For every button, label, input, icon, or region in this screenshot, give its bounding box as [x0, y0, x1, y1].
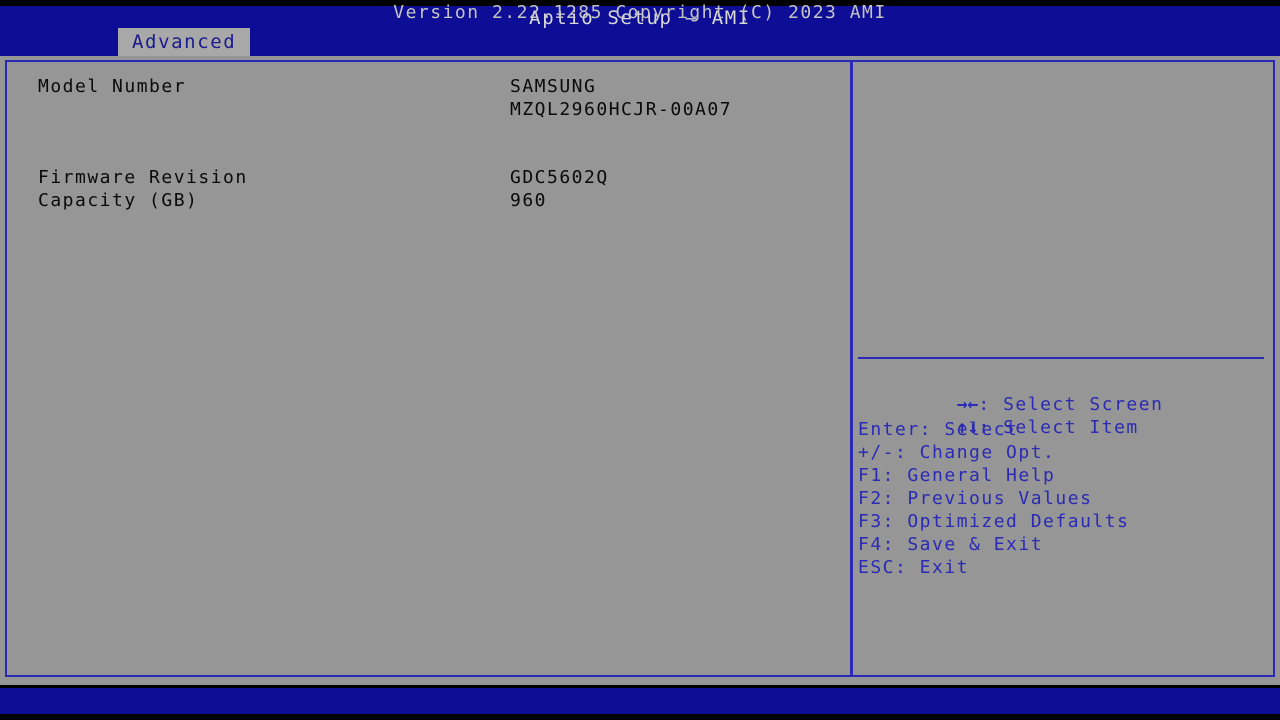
list-item[interactable]: Firmware Revision GDC5602Q: [38, 167, 838, 190]
model-number-label: Model Number: [38, 76, 187, 97]
help-line-change-opt: +/-: Change Opt.: [858, 442, 1056, 463]
tab-advanced[interactable]: Advanced: [118, 28, 251, 56]
firmware-revision-value: GDC5602Q: [510, 167, 609, 188]
capacity-label: Capacity (GB): [38, 190, 199, 211]
model-number-value-line2: MZQL2960HCJR-00A07: [510, 99, 733, 120]
panel-vertical-divider: [850, 60, 853, 677]
footer-bar: [0, 688, 1280, 714]
capacity-value: 960: [510, 190, 548, 211]
version-copyright-text: Version 2.22.1285 Copyright (C) 2023 AMI: [393, 2, 887, 23]
settings-list: Model Number SAMSUNG MZQL2960HCJR-00A07 …: [38, 76, 838, 213]
model-number-value: SAMSUNG: [510, 76, 597, 97]
tab-strip: Advanced: [0, 28, 1280, 56]
help-panel: →←: Select Screen ↑↓: Select Item Enter:…: [856, 64, 1268, 673]
help-line-select-screen: →←: Select Screen: [858, 373, 1264, 415]
help-line-optimized-defaults: F3: Optimized Defaults: [858, 511, 1130, 532]
help-divider-rule: [858, 357, 1264, 359]
help-line-save-exit: F4: Save & Exit: [858, 534, 1044, 555]
help-key-legend: →←: Select Screen ↑↓: Select Item Enter:…: [858, 373, 1264, 580]
help-line-previous-values: F2: Previous Values: [858, 488, 1093, 509]
bios-setup-screen: Aptio Setup – AMI Advanced Model Number …: [0, 0, 1280, 720]
help-line-esc-exit: ESC: Exit: [858, 557, 970, 578]
firmware-revision-label: Firmware Revision: [38, 167, 248, 188]
list-item[interactable]: Capacity (GB) 960: [38, 190, 838, 213]
help-line-text: : Select Screen: [978, 394, 1164, 415]
list-item[interactable]: Model Number SAMSUNG: [38, 76, 838, 99]
spacer-row: [38, 122, 838, 167]
help-line-general-help: F1: General Help: [858, 465, 1056, 486]
left-right-arrow-icon: →←: [956, 394, 979, 415]
list-item-continuation: MZQL2960HCJR-00A07: [38, 99, 838, 122]
